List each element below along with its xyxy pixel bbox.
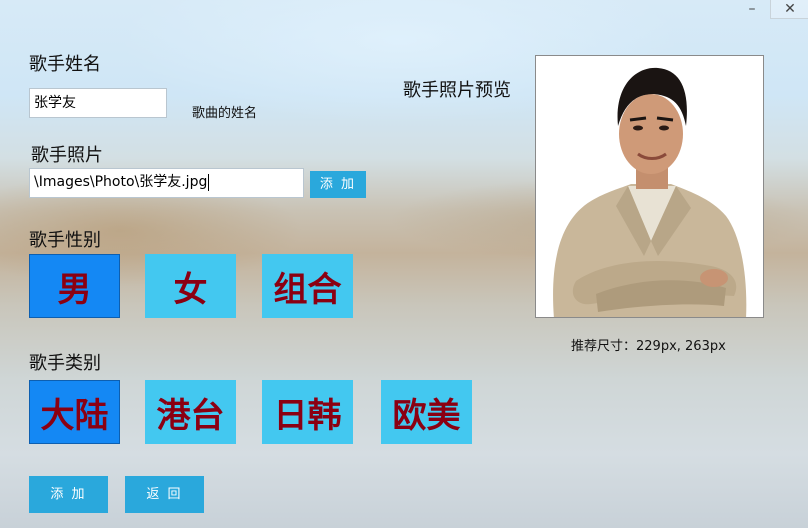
close-button[interactable]: ✕ xyxy=(770,0,808,19)
submit-add-button[interactable]: 添 加 xyxy=(29,476,108,513)
category-option-western[interactable]: 欧美 xyxy=(381,380,472,444)
singer-name-label: 歌手姓名 xyxy=(29,54,101,75)
singer-name-hint: 歌曲的姓名 xyxy=(192,106,258,121)
back-button[interactable]: 返 回 xyxy=(125,476,204,513)
photo-path-value: \Images\Photo\张学友.jpg xyxy=(34,174,208,190)
singer-photo-label: 歌手照片 xyxy=(31,145,103,166)
photo-path-input[interactable]: \Images\Photo\张学友.jpg xyxy=(29,168,304,198)
category-option-jp-kr[interactable]: 日韩 xyxy=(262,380,353,444)
gender-option-female[interactable]: 女 xyxy=(145,254,236,318)
photo-preview-label: 歌手照片预览 xyxy=(403,80,511,101)
category-option-hk-tw[interactable]: 港台 xyxy=(145,380,236,444)
singer-photo xyxy=(536,56,763,317)
gender-option-male[interactable]: 男 xyxy=(29,254,120,318)
photo-size-hint: 推荐尺寸：229px, 263px xyxy=(571,339,726,354)
photo-add-button[interactable]: 添 加 xyxy=(310,171,366,198)
text-caret xyxy=(208,173,210,191)
photo-preview-frame xyxy=(535,55,764,318)
singer-name-input[interactable]: 张学友 xyxy=(29,88,167,118)
category-option-mainland[interactable]: 大陆 xyxy=(29,380,120,444)
minimize-button[interactable]: – xyxy=(742,0,762,18)
singer-gender-label: 歌手性别 xyxy=(29,230,101,251)
gender-option-group[interactable]: 组合 xyxy=(262,254,353,318)
singer-category-label: 歌手类别 xyxy=(29,353,101,374)
